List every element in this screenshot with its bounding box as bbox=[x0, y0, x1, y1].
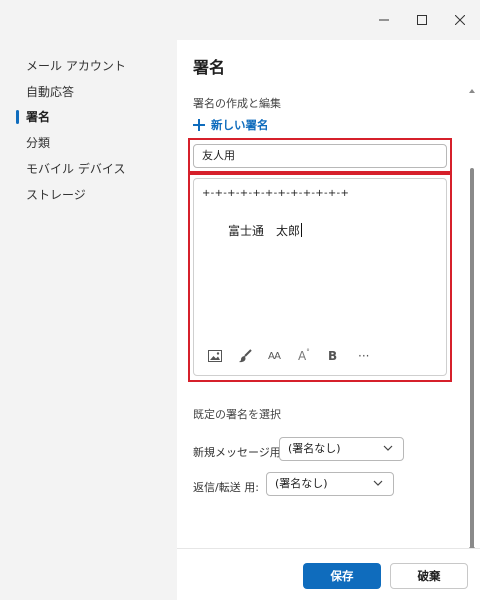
maximize-icon bbox=[417, 15, 427, 25]
text-caret bbox=[301, 223, 303, 237]
font-color-icon: A bbox=[298, 349, 307, 363]
new-message-selected: (署名なし) bbox=[288, 442, 341, 455]
bold-icon: B bbox=[328, 349, 338, 363]
font-size-icon: AA bbox=[268, 350, 281, 362]
scroll-thumb[interactable] bbox=[470, 168, 474, 553]
active-indicator bbox=[16, 110, 19, 124]
signature-editor[interactable]: +-+-+-+-+-+-+-+-+-+-+-+ 富士通 太郎 AA A ° B ·… bbox=[193, 178, 447, 376]
chevron-down-icon bbox=[383, 445, 393, 451]
close-button[interactable] bbox=[450, 10, 470, 30]
page-title: 署名 bbox=[193, 58, 226, 77]
new-signature-label: 新しい署名 bbox=[211, 118, 269, 132]
font-size-button[interactable]: AA bbox=[268, 347, 298, 365]
new-message-signature-select[interactable]: (署名なし) bbox=[279, 437, 404, 461]
sidebar-item-mail-account[interactable]: メール アカウント bbox=[26, 57, 126, 75]
minimize-button[interactable] bbox=[374, 10, 394, 30]
save-button[interactable]: 保存 bbox=[303, 563, 381, 589]
panel-scrollbar[interactable] bbox=[469, 88, 475, 560]
insert-image-button[interactable] bbox=[208, 347, 238, 365]
editor-toolbar: AA A ° B ··· bbox=[208, 347, 388, 365]
footer-bar: 保存 破棄 bbox=[177, 548, 480, 600]
sidebar-item-storage[interactable]: ストレージ bbox=[26, 186, 86, 204]
new-signature-button[interactable]: 新しい署名 bbox=[193, 117, 269, 133]
reply-forward-selected: (署名なし) bbox=[275, 477, 328, 490]
maximize-button[interactable] bbox=[412, 10, 432, 30]
new-message-label: 新規メッセージ用: bbox=[193, 446, 285, 459]
signature-name-text: 富士通 太郎 bbox=[228, 224, 301, 238]
signature-line-1: +-+-+-+-+-+-+-+-+-+-+-+ bbox=[202, 188, 350, 199]
more-options-button[interactable]: ··· bbox=[358, 347, 388, 365]
image-icon bbox=[208, 350, 222, 362]
sidebar-item-categories[interactable]: 分類 bbox=[26, 134, 50, 152]
default-signature-label: 既定の署名を選択 bbox=[193, 408, 281, 421]
minimize-icon bbox=[379, 19, 389, 21]
reply-forward-label: 返信/転送 用: bbox=[193, 481, 259, 494]
sidebar-item-mobile-devices[interactable]: モバイル デバイス bbox=[26, 160, 125, 178]
title-bar bbox=[0, 0, 480, 40]
signature-name-input[interactable]: 友人用 bbox=[193, 144, 447, 168]
scroll-up-icon bbox=[469, 89, 475, 93]
brush-icon bbox=[239, 349, 252, 363]
sidebar-item-signature[interactable]: 署名 bbox=[26, 108, 50, 126]
chevron-down-icon bbox=[373, 480, 383, 486]
discard-button[interactable]: 破棄 bbox=[390, 563, 468, 589]
format-painter-button[interactable] bbox=[238, 347, 268, 365]
bold-button[interactable]: B bbox=[328, 347, 358, 365]
plus-icon bbox=[193, 119, 205, 131]
sidebar-item-auto-reply[interactable]: 自動応答 bbox=[26, 83, 74, 101]
signature-line-2: 富士通 太郎 bbox=[228, 222, 303, 239]
close-icon bbox=[455, 15, 465, 25]
font-color-button[interactable]: A ° bbox=[298, 347, 328, 365]
reply-forward-signature-select[interactable]: (署名なし) bbox=[266, 472, 394, 496]
create-edit-label: 署名の作成と編集 bbox=[193, 97, 281, 110]
more-icon: ··· bbox=[358, 349, 370, 363]
